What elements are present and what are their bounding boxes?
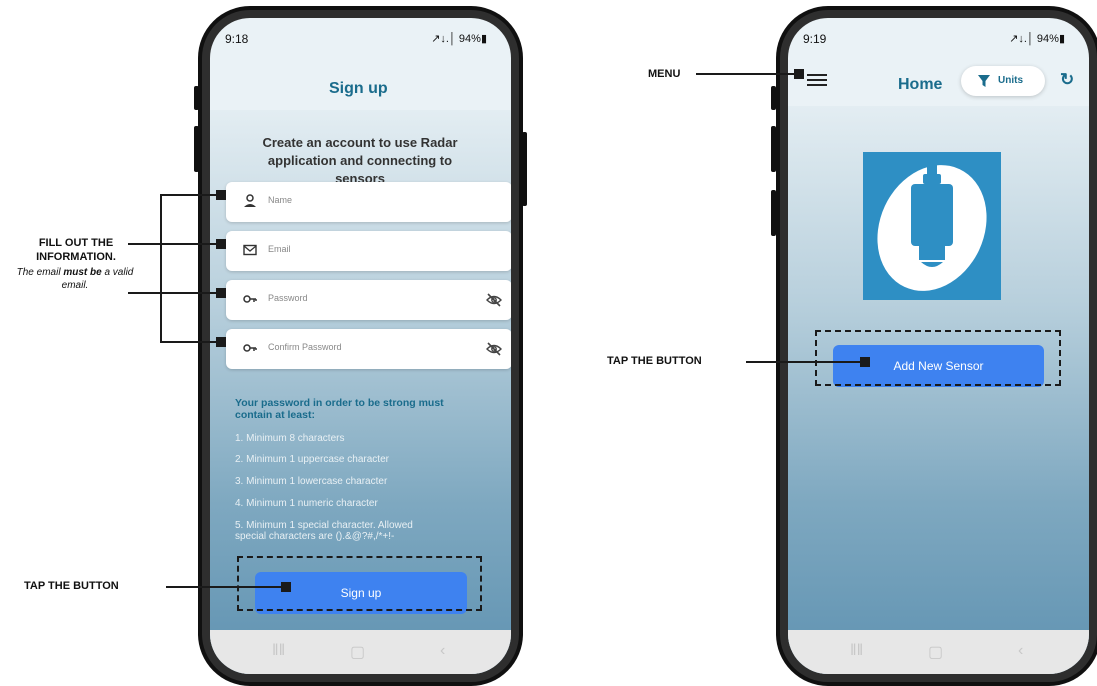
callout-line (128, 243, 160, 245)
callout-line (160, 243, 220, 245)
back-icon[interactable]: ‹ (1018, 642, 1023, 660)
callout-line (160, 292, 220, 294)
note-emphasis: must be (63, 267, 102, 278)
password-rules-title: Your password in order to be strong must… (235, 397, 444, 421)
callout-marker (216, 190, 226, 200)
units-label: Units (998, 75, 1023, 86)
callout-line (160, 341, 220, 343)
name-field[interactable]: Name (226, 182, 511, 222)
fill-out-callout-note: The email must be a valid email. (2, 266, 148, 292)
email-field[interactable]: Email (226, 231, 511, 271)
callout-marker (216, 239, 226, 249)
mail-icon (243, 244, 257, 256)
callout-marker (794, 69, 804, 79)
password-rule: 3. Minimum 1 lowercase character (235, 476, 388, 487)
name-placeholder: Name (268, 195, 293, 205)
password-rule: 2. Minimum 1 uppercase character (235, 454, 389, 465)
password-placeholder: Password (268, 293, 308, 303)
password-rule: 5. Minimum 1 special character. Allowed … (235, 520, 413, 542)
android-nav-bar: ‖‖ ▢ ‹ (210, 630, 511, 674)
eye-off-icon[interactable] (485, 340, 503, 358)
status-bar: 9:19 ↗↓.│ 94%▮ (788, 18, 1089, 52)
callout-line (160, 194, 220, 196)
confirm-password-placeholder: Confirm Password (268, 342, 342, 352)
page-title: Sign up (329, 80, 388, 97)
callout-line (696, 73, 796, 75)
recents-icon[interactable]: ‖‖ (272, 642, 285, 660)
page-title: Home (898, 76, 943, 93)
recents-icon[interactable]: ‖‖ (850, 642, 863, 660)
status-time: 9:18 (225, 32, 249, 46)
eye-off-icon[interactable] (485, 291, 503, 309)
password-field[interactable]: Password (226, 280, 511, 320)
status-indicators: ↗↓.│ 94%▮ (1009, 33, 1065, 45)
status-time: 9:19 (803, 32, 827, 46)
callout-bracket (160, 194, 162, 343)
menu-callout: MENU (648, 68, 681, 80)
callout-marker (216, 337, 226, 347)
status-indicators: ↗↓.│ 94%▮ (431, 33, 487, 45)
home-icon[interactable]: ▢ (928, 642, 943, 662)
menu-icon[interactable] (807, 74, 827, 88)
status-bar: 9:18 ↗↓.│ 94%▮ (210, 18, 511, 52)
callout-marker (216, 288, 226, 298)
password-rule: 1. Minimum 8 characters (235, 433, 345, 444)
note-prefix: The email (16, 267, 64, 278)
key-icon (243, 295, 257, 303)
person-icon (244, 194, 256, 207)
tap-button-callout-right: TAP THE BUTTON (607, 355, 702, 367)
intro-text: Create an account to use Radar applicati… (262, 135, 458, 186)
fill-out-callout-title: FILL OUT THE INFORMATION. (36, 237, 116, 263)
add-sensor-highlight-box (815, 330, 1061, 386)
refresh-icon[interactable]: ↻ (1060, 70, 1074, 90)
email-placeholder: Email (268, 244, 291, 254)
password-rule: 4. Minimum 1 numeric character (235, 498, 378, 509)
back-icon[interactable]: ‹ (440, 642, 445, 660)
units-button[interactable]: Units (961, 66, 1045, 96)
radar-sensor-logo (863, 152, 1001, 300)
home-icon[interactable]: ▢ (350, 642, 365, 662)
confirm-password-field[interactable]: Confirm Password (226, 329, 511, 369)
callout-line (128, 292, 160, 294)
tap-button-callout-left: TAP THE BUTTON (24, 580, 119, 592)
signup-highlight-box (237, 556, 482, 611)
key-icon (243, 344, 257, 352)
filter-icon (978, 75, 990, 87)
android-nav-bar: ‖‖ ▢ ‹ (788, 630, 1089, 674)
